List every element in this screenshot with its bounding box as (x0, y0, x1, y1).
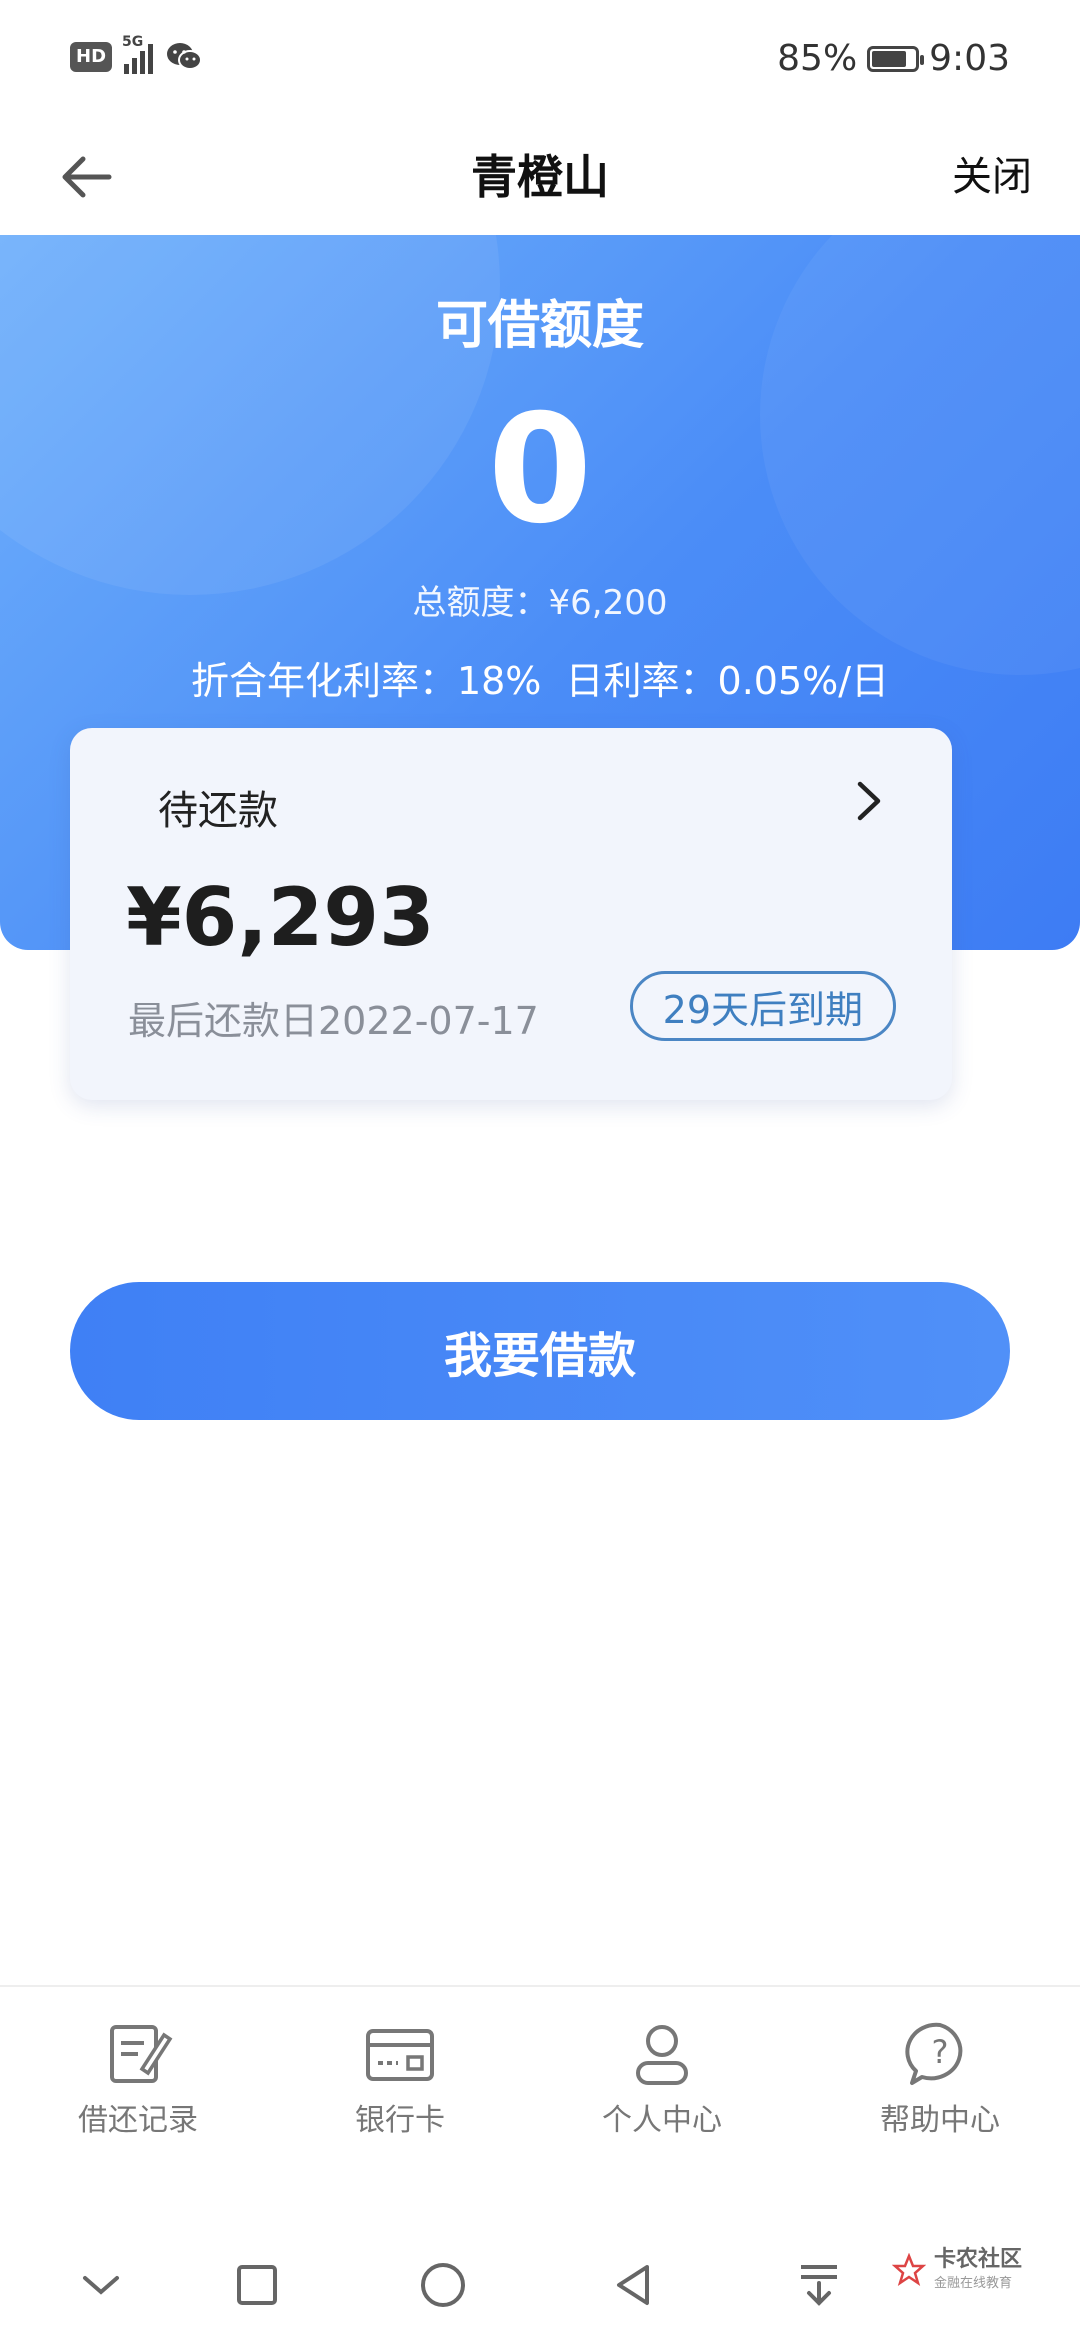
tab-personal-center[interactable]: 个人中心 (562, 2021, 762, 2139)
wechat-icon (167, 43, 203, 70)
tab-help-center[interactable]: ? 帮助中心 (840, 2021, 1040, 2139)
close-button[interactable]: 关闭 (952, 142, 1032, 212)
help-icon: ? (905, 2022, 963, 2085)
signal-icon: 5G (122, 34, 154, 74)
watermark-logo-icon (891, 2252, 926, 2286)
svg-text:?: ? (932, 2033, 949, 2071)
home-button[interactable] (408, 2250, 478, 2320)
repayment-label: 待还款 (158, 788, 278, 834)
status-right: 85% 9:03 (777, 38, 1010, 79)
battery-icon (867, 45, 925, 72)
interest-rates: 折合年化利率：18% 日利率：0.05%/日 (0, 650, 1080, 705)
page-title: 青橙山 (471, 150, 609, 204)
available-credit-title: 可借额度 (435, 296, 644, 356)
watermark-sub: 金融在线教育 (933, 2276, 1012, 2291)
bank-card-icon (366, 2029, 434, 2081)
record-icon (110, 2025, 173, 2083)
hide-nav-button[interactable] (66, 2250, 136, 2320)
triangle-back-icon (617, 2265, 649, 2305)
tab-bank-card[interactable]: 银行卡 (300, 2021, 500, 2139)
square-icon (237, 2265, 277, 2305)
battery-percent: 85% (777, 38, 858, 79)
notification-pull-button[interactable] (784, 2250, 854, 2320)
nav-bar: 青橙山 关闭 (0, 120, 1080, 235)
battery-fill (872, 50, 907, 67)
user-icon (636, 2025, 688, 2085)
network-type: 5G (122, 34, 144, 50)
chevron-down-icon (83, 2276, 119, 2295)
last-repayment-date: 最后还款日2022-07-17 (128, 999, 539, 1043)
recents-button[interactable] (222, 2250, 292, 2320)
watermark-main: 卡农社区 (933, 2247, 1022, 2272)
watermark: 卡农社区 金融在线教育 (891, 2247, 1022, 2291)
repayment-card[interactable]: 待还款 ¥6,293 最后还款日2022-07-17 29天后到期 (70, 728, 952, 1100)
back-nav-button[interactable] (598, 2250, 668, 2320)
total-credit: 总额度：¥6,200 (412, 583, 668, 623)
tab-label: 借还记录 (78, 2103, 198, 2138)
tab-label: 帮助中心 (880, 2103, 1000, 2138)
daily-rate: 日利率：0.05%/日 (565, 659, 890, 703)
status-bar: HD 5G 85% 9:03 (0, 0, 1080, 120)
tab-records[interactable]: 借还记录 (38, 2021, 238, 2139)
status-left: HD 5G (70, 34, 203, 74)
tab-label: 银行卡 (355, 2103, 445, 2138)
circle-icon (421, 2263, 465, 2307)
borrow-button[interactable]: 我要借款 (70, 1282, 1010, 1420)
due-badge: 29天后到期 (629, 971, 896, 1041)
annual-rate: 折合年化利率：18% (190, 659, 542, 703)
repayment-amount: ¥6,293 (126, 871, 435, 964)
hd-icon: HD (70, 42, 113, 72)
tab-label: 个人中心 (602, 2103, 722, 2138)
pull-down-icon (801, 2265, 837, 2306)
clock: 9:03 (929, 38, 1010, 79)
available-credit-amount: 0 (487, 383, 593, 557)
chevron-right-icon[interactable] (848, 776, 888, 826)
bottom-tab-bar: 借还记录 银行卡 个人中心 ? 帮助中心 (0, 1985, 1080, 2157)
